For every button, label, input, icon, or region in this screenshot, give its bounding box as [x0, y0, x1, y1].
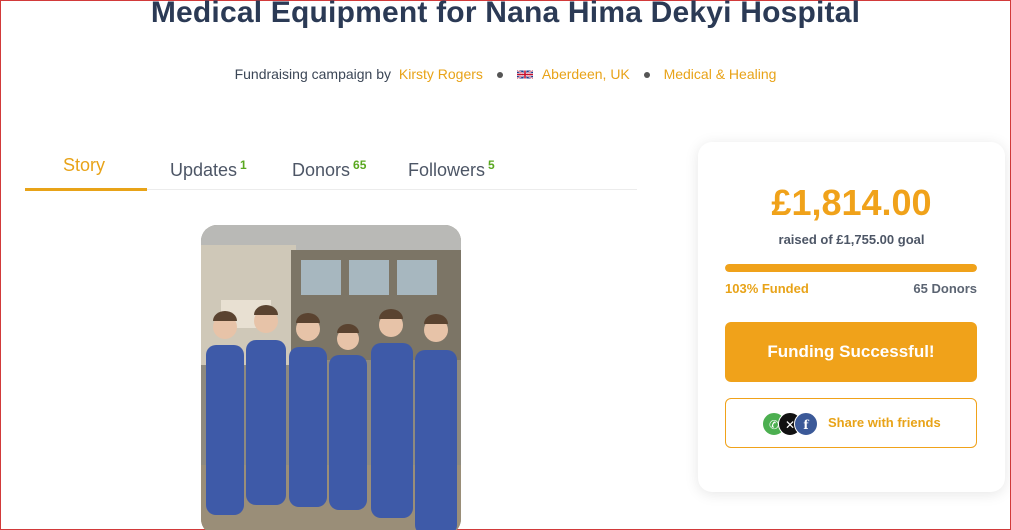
tab-donors-label: Donors: [292, 160, 351, 180]
share-icons: ✆ ✕ f: [762, 412, 818, 436]
donation-card: £1,814.00 raised of £1,755.00 goal 103% …: [698, 142, 1005, 492]
separator-dot: [643, 72, 650, 79]
amount-raised: £1,814.00: [771, 182, 932, 223]
organizer-link[interactable]: Kirsty Rogers: [399, 66, 483, 82]
share-button[interactable]: ✆ ✕ f Share with friends: [725, 398, 977, 448]
tab-story-label: Story: [63, 155, 106, 175]
campaign-photo: [201, 225, 461, 530]
tab-updates-label: Updates: [170, 160, 238, 180]
separator-dot: [496, 72, 503, 79]
active-tab-indicator: [25, 188, 147, 191]
progress-bar-fill: [725, 264, 977, 272]
goal-text: raised of £1,755.00 goal: [778, 232, 925, 247]
tab-followers[interactable]: Followers 5: [408, 148, 495, 190]
facebook-icon: f: [794, 412, 818, 436]
tab-updates[interactable]: Updates 1: [170, 148, 247, 190]
campaign-meta: Fundraising campaign by Kirsty Rogers Ab…: [0, 66, 1011, 82]
tab-followers-count: 5: [488, 158, 495, 172]
location-link[interactable]: Aberdeen, UK: [542, 66, 630, 82]
tab-updates-count: 1: [240, 158, 247, 172]
tab-donors[interactable]: Donors 65: [292, 148, 366, 190]
tab-followers-label: Followers: [408, 160, 486, 180]
funded-percent: 103% Funded: [725, 281, 809, 296]
meta-prefix: Fundraising campaign by: [234, 66, 391, 82]
tab-donors-count: 65: [353, 158, 367, 172]
progress-bar: [725, 264, 977, 272]
uk-flag-icon: [516, 69, 533, 80]
campaign-tabs: Story Updates 1 Donors 65 Followers 5: [25, 148, 637, 191]
category-link[interactable]: Medical & Healing: [664, 66, 777, 82]
campaign-title: Medical Equipment for Nana Hima Dekyi Ho…: [150, 0, 861, 29]
funding-successful-button[interactable]: Funding Successful!: [725, 322, 977, 382]
donor-count: 65 Donors: [913, 281, 977, 296]
share-label: Share with friends: [828, 415, 941, 430]
tab-story[interactable]: Story: [63, 148, 105, 190]
